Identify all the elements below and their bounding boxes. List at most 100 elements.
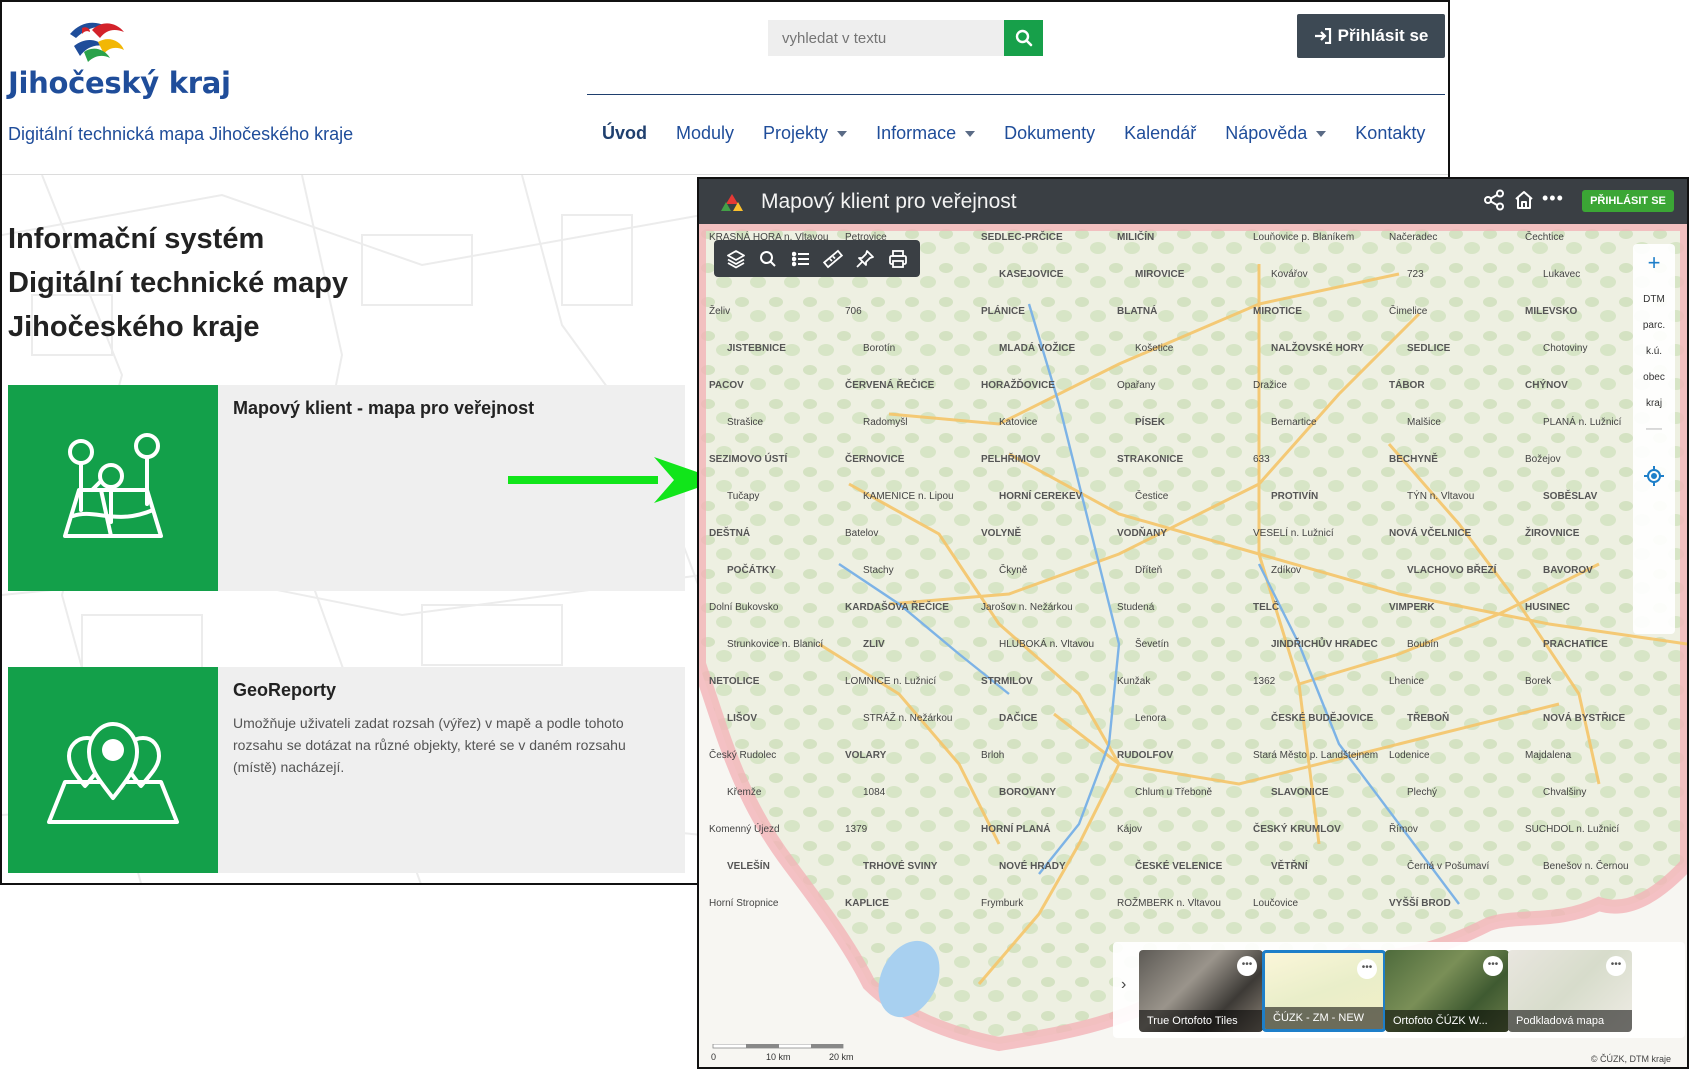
- map-place-label: RUDOLFOV: [1117, 750, 1173, 761]
- base-layer-true-ortofoto[interactable]: ••• True Ortofoto Tiles: [1139, 950, 1263, 1032]
- map-place-label: 1362: [1253, 676, 1276, 687]
- header-divider: [587, 94, 1445, 95]
- map-place-label: SUCHDOL n. Lužnicí: [1525, 824, 1619, 835]
- card-title[interactable]: GeoReporty: [233, 680, 336, 701]
- more-options-icon[interactable]: •••: [1357, 959, 1377, 979]
- nav-item-uvod[interactable]: Úvod: [602, 120, 647, 146]
- map-place-label: MIROTICE: [1253, 306, 1302, 317]
- layers-icon[interactable]: [724, 247, 748, 271]
- arrow-right-icon: [508, 457, 720, 503]
- nav-label: Dokumenty: [1004, 122, 1096, 143]
- map-place-label: HUSINEC: [1525, 602, 1570, 613]
- base-layer-label: True Ortofoto Tiles: [1139, 1010, 1263, 1032]
- login-label: Přihlásit se: [1337, 26, 1429, 45]
- map-markers-icon: [8, 667, 218, 873]
- map-toolbar: [714, 240, 920, 277]
- nav-item-napoveda[interactable]: Nápověda: [1225, 120, 1327, 146]
- locate-icon[interactable]: [1644, 466, 1664, 491]
- nav-item-kalendar[interactable]: Kalendář: [1124, 120, 1196, 146]
- region-logo-icon: [70, 22, 124, 62]
- map-login-button[interactable]: PŘIHLÁSIT SE: [1582, 190, 1674, 212]
- nav-item-informace[interactable]: Informace: [876, 120, 976, 146]
- more-options-icon[interactable]: •••: [1542, 188, 1564, 209]
- map-place-label: VOLARY: [845, 750, 887, 761]
- chevron-right-icon[interactable]: ›: [1121, 976, 1126, 994]
- map-place-label: Brloh: [981, 750, 1004, 761]
- print-icon[interactable]: [886, 247, 910, 271]
- card-title[interactable]: Mapový klient - mapa pro veřejnost: [233, 398, 534, 419]
- brand-name[interactable]: Jihočeský kraj: [8, 66, 231, 100]
- nav-item-dokumenty[interactable]: Dokumenty: [1004, 120, 1095, 146]
- map-place-label: TELČ: [1253, 600, 1279, 613]
- module-card-georeporty[interactable]: GeoReporty Umožňuje uživateli zadat rozs…: [8, 667, 685, 873]
- map-place-label: KAMENICE n. Lipou: [863, 491, 954, 502]
- map-place-label: SEDLICE: [1407, 343, 1451, 354]
- map-client-window: Mapový klient pro veřejnost ••• PŘIHLÁSI…: [697, 177, 1689, 1069]
- side-item-kraj[interactable]: kraj: [1633, 398, 1675, 409]
- base-layer-ortofoto-cuzk[interactable]: ••• Ortofoto ČÚZK W...: [1385, 950, 1509, 1032]
- map-place-label: Chvalšiny: [1543, 787, 1586, 798]
- caret-down-icon: [965, 131, 976, 137]
- map-place-label: Horní Stropnice: [709, 898, 779, 909]
- side-item-ku[interactable]: k.ú.: [1633, 346, 1675, 357]
- map-place-label: ČERVENÁ ŘEČICE: [845, 378, 935, 391]
- ruler-icon[interactable]: [821, 247, 845, 271]
- map-place-label: CHÝNOV: [1525, 378, 1568, 391]
- login-button[interactable]: Přihlásit se: [1297, 14, 1445, 58]
- map-place-label: Kájov: [1117, 824, 1142, 835]
- side-item-obec[interactable]: obec: [1633, 372, 1675, 383]
- map-place-label: Čimelice: [1389, 304, 1428, 317]
- map-place-label: PLANÁ n. Lužnicí: [1543, 415, 1622, 428]
- share-icon[interactable]: [1483, 189, 1505, 211]
- map-place-label: POČÁTKY: [727, 563, 776, 576]
- scale-label: 20 km: [829, 1052, 854, 1062]
- base-layer-label: ČÚZK - ZM - NEW: [1265, 1007, 1383, 1029]
- map-place-label: Borotín: [863, 343, 895, 354]
- main-nav: Úvod Moduly Projekty Informace Dokumenty…: [602, 120, 1448, 146]
- map-place-label: NETOLICE: [709, 676, 760, 687]
- map-place-label: MILIČÍN: [1117, 230, 1154, 243]
- map-client-title: Mapový klient pro veřejnost: [761, 190, 1017, 213]
- base-layer-label: Podkladová mapa: [1508, 1010, 1632, 1032]
- search-input[interactable]: [768, 20, 1004, 56]
- zoom-in-button[interactable]: +: [1633, 250, 1675, 276]
- home-icon[interactable]: [1513, 189, 1535, 211]
- zoom-out-button[interactable]: —: [1633, 420, 1675, 438]
- nav-item-projekty[interactable]: Projekty: [763, 120, 848, 146]
- map-place-label: TRHOVÉ SVINY: [863, 859, 938, 872]
- pin-icon[interactable]: [853, 247, 877, 271]
- map-pins-icon: [8, 385, 218, 591]
- map-place-label: HORAŽĎOVICE: [981, 378, 1055, 391]
- map-place-label: ČERNOVICE: [845, 452, 905, 465]
- base-layer-podkladova[interactable]: ••• Podkladová mapa: [1508, 950, 1632, 1032]
- side-item-dtm[interactable]: DTM: [1633, 294, 1675, 305]
- map-place-label: PRACHATICE: [1543, 639, 1608, 650]
- map-place-label: Jarošov n. Nežárkou: [981, 602, 1073, 613]
- map-place-label: Katovice: [999, 417, 1038, 428]
- map-canvas[interactable]: KRASNÁ HORA n. Vltavou Petrovice SEDLEC-PR…: [699, 224, 1687, 1067]
- nav-item-kontakty[interactable]: Kontakty: [1355, 120, 1425, 146]
- map-copyright: © ČÚZK, DTM kraje: [1590, 1054, 1671, 1064]
- search-button[interactable]: [1004, 20, 1043, 56]
- side-item-parc[interactable]: parc.: [1633, 320, 1675, 331]
- nav-item-moduly[interactable]: Moduly: [676, 120, 734, 146]
- more-options-icon[interactable]: •••: [1606, 956, 1626, 976]
- map-place-label: Chotoviny: [1543, 343, 1587, 354]
- map-place-label: Majdalena: [1525, 750, 1572, 761]
- more-options-icon[interactable]: •••: [1237, 956, 1257, 976]
- more-options-icon[interactable]: •••: [1483, 956, 1503, 976]
- map-place-label: BLATNÁ: [1117, 304, 1157, 317]
- site-subtitle: Digitální technická mapa Jihočeského kra…: [8, 124, 354, 144]
- map-place-label: ČESKÝ KRUMLOV: [1253, 822, 1341, 835]
- map-place-label: STRAKONICE: [1117, 454, 1183, 465]
- map-place-label: Borek: [1525, 676, 1552, 687]
- map-place-label: VELEŠÍN: [727, 859, 770, 872]
- list-icon[interactable]: [789, 247, 813, 271]
- base-layer-cuzk-zm[interactable]: ••• ČÚZK - ZM - NEW: [1262, 950, 1386, 1032]
- nav-label: Kontakty: [1355, 122, 1426, 143]
- search-icon[interactable]: [756, 247, 780, 271]
- map-place-label: Dražice: [1253, 380, 1287, 391]
- nav-label: Úvod: [602, 122, 647, 143]
- map-place-label: VIMPERK: [1389, 602, 1435, 613]
- map-place-label: ROŽMBERK n. Vltavou: [1117, 896, 1221, 909]
